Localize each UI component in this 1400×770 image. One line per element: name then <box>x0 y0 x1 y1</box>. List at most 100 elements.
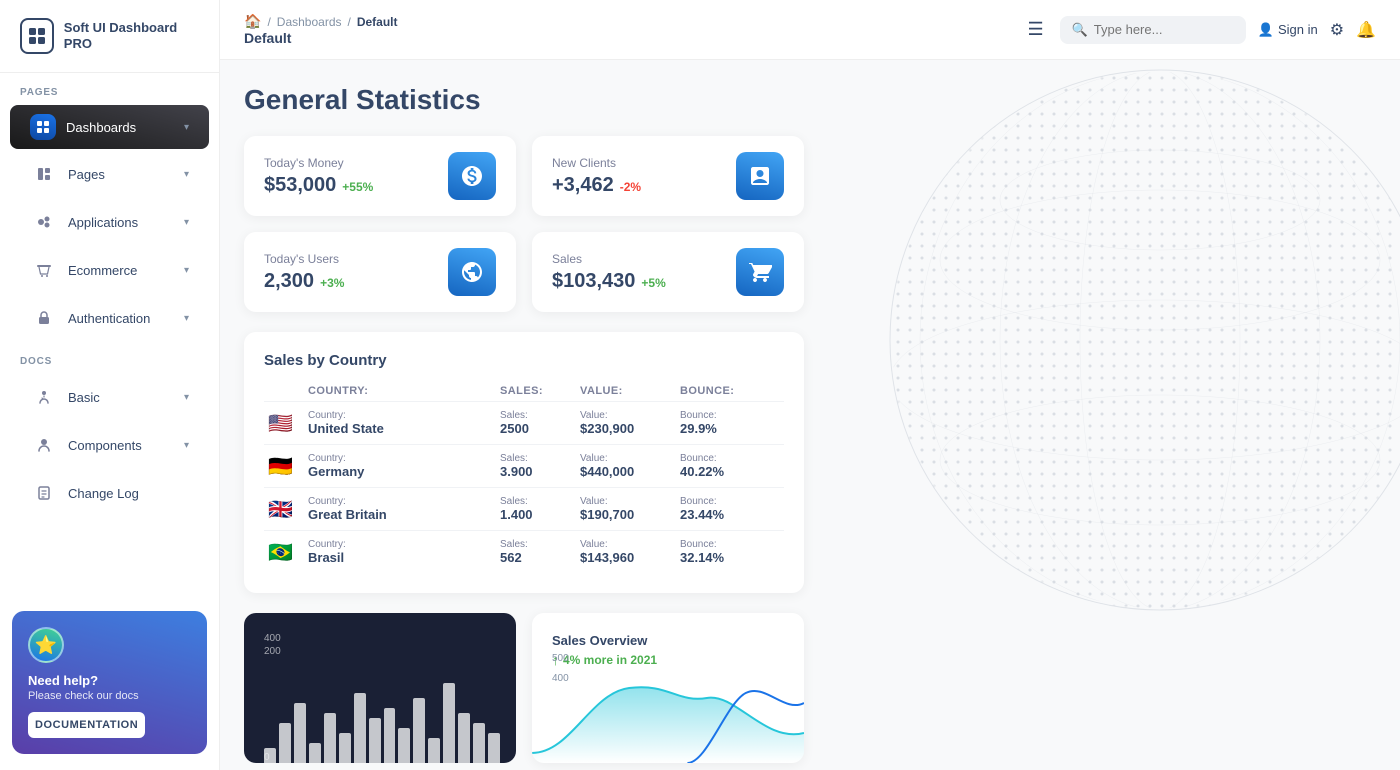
help-title: Need help? <box>28 673 191 688</box>
stat-label-sales: Sales <box>552 252 666 266</box>
globe-decoration <box>820 60 1400 700</box>
bounce-col-label: Bounce: <box>680 453 780 464</box>
sidebar-item-applications[interactable]: Applications ▾ <box>10 199 209 245</box>
country-flag: 🇧🇷 <box>268 540 308 565</box>
bounce-rate: 29.9% <box>680 421 780 436</box>
bar <box>428 738 440 763</box>
value-amount: $440,000 <box>580 464 680 479</box>
table-row: 🇩🇪 Country: Germany Sales: 3.900 Value: … <box>264 444 784 487</box>
bounce-rate: 23.44% <box>680 507 780 522</box>
chevron-down-icon: ▾ <box>184 122 189 133</box>
chevron-down-icon: ▾ <box>184 313 189 324</box>
page-heading: General Statistics <box>244 84 1376 116</box>
search-input[interactable] <box>1094 22 1234 37</box>
sign-in-label: Sign in <box>1278 22 1318 37</box>
notification-icon[interactable]: 🔔 <box>1356 20 1376 40</box>
sales-by-country-card: Sales by Country Country: Sales: Value: … <box>244 332 804 593</box>
stat-label-money: Today's Money <box>264 156 373 170</box>
breadcrumb-separator-2: / <box>348 15 351 29</box>
chevron-down-icon: ▾ <box>184 440 189 451</box>
sidebar-item-label: Change Log <box>68 486 189 501</box>
content-area: General Statistics <box>220 60 1400 770</box>
sidebar-item-pages[interactable]: Pages ▾ <box>10 151 209 197</box>
stat-value-sales: $103,430 <box>552 270 635 293</box>
sales-ylabel-500: 500 <box>552 653 569 664</box>
breadcrumb-dashboards[interactable]: Dashboards <box>277 15 342 29</box>
stat-label-clients: New Clients <box>552 156 641 170</box>
stat-value-money: $53,000 <box>264 174 336 197</box>
sign-in-button[interactable]: 👤 Sign in <box>1258 22 1318 38</box>
sidebar-item-components[interactable]: Components ▾ <box>10 422 209 468</box>
sidebar-item-label: Ecommerce <box>68 263 174 278</box>
col-header-country: Country: <box>308 385 500 397</box>
sidebar-item-authentication[interactable]: Authentication ▾ <box>10 295 209 341</box>
sales-col-label: Sales: <box>500 496 580 507</box>
documentation-button[interactable]: DOCUMENTATION <box>28 712 145 738</box>
stat-change-sales: +5% <box>641 276 665 290</box>
menu-icon[interactable]: ☰ <box>1027 19 1043 40</box>
value-amount: $143,960 <box>580 550 680 565</box>
stat-value-clients: +3,462 <box>552 174 614 197</box>
sidebar-item-label: Dashboards <box>66 120 174 135</box>
sidebar: Soft UI Dashboard PRO PAGES Dashboards ▾… <box>0 0 220 770</box>
stat-info-sales: Sales $103,430 +5% <box>552 252 666 293</box>
bounce-col-label: Bounce: <box>680 410 780 421</box>
bar <box>473 723 485 763</box>
sidebar-item-changelog[interactable]: Change Log <box>10 470 209 516</box>
value-amount: $230,900 <box>580 421 680 436</box>
value-col-label: Value: <box>580 453 680 464</box>
bar <box>309 743 321 763</box>
home-icon: 🏠 <box>244 13 261 30</box>
country-flag: 🇺🇸 <box>268 411 308 436</box>
country-flag: 🇬🇧 <box>268 497 308 522</box>
basic-icon <box>30 383 58 411</box>
bar <box>488 733 500 763</box>
components-icon <box>30 431 58 459</box>
chevron-down-icon: ▾ <box>184 265 189 276</box>
stat-change-money: +55% <box>342 180 373 194</box>
country-table-rows: 🇺🇸 Country: United State Sales: 2500 Val… <box>264 401 784 573</box>
stat-icon-sales <box>736 248 784 296</box>
country-col-label: Country: <box>308 539 500 550</box>
sidebar-item-dashboards[interactable]: Dashboards ▾ <box>10 105 209 149</box>
sales-line-chart <box>532 673 804 763</box>
bounce-rate: 40.22% <box>680 464 780 479</box>
pages-section-label: PAGES <box>0 73 219 104</box>
stat-icon-clients <box>736 152 784 200</box>
stat-card-users: Today's Users 2,300 +3% <box>244 232 516 312</box>
country-col-label: Country: <box>308 410 500 421</box>
sales-overview-subtitle: 4% more in 2021 <box>563 653 657 667</box>
sidebar-item-label: Applications <box>68 215 174 230</box>
sales-col-label: Sales: <box>500 453 580 464</box>
country-col-label: Country: <box>308 496 500 507</box>
bar <box>294 703 306 763</box>
sidebar-item-basic[interactable]: Basic ▾ <box>10 374 209 420</box>
bar <box>398 728 410 763</box>
bar <box>413 698 425 763</box>
stat-value-users: 2,300 <box>264 270 314 293</box>
header-right: 🔍 👤 Sign in ⚙ 🔔 <box>1060 16 1376 44</box>
stat-info-users: Today's Users 2,300 +3% <box>264 252 344 293</box>
sales-col-label: Sales: <box>500 539 580 550</box>
sales-value: 2500 <box>500 421 580 436</box>
sidebar-item-ecommerce[interactable]: Ecommerce ▾ <box>10 247 209 293</box>
bar <box>443 683 455 763</box>
bottom-charts: 400 200 0 Sales Overview ↑ 4% more in 20… <box>244 613 804 763</box>
bar <box>384 708 396 763</box>
chevron-down-icon: ▾ <box>184 169 189 180</box>
stat-label-users: Today's Users <box>264 252 344 266</box>
sales-country-title: Sales by Country <box>264 352 784 369</box>
user-icon: 👤 <box>1258 22 1274 38</box>
col-header-sales: Sales: <box>500 385 580 397</box>
settings-icon[interactable]: ⚙ <box>1330 20 1344 40</box>
stat-change-users: +3% <box>320 276 344 290</box>
search-box: 🔍 <box>1060 16 1246 44</box>
docs-section-label: DOCS <box>0 342 219 373</box>
sidebar-logo: Soft UI Dashboard PRO <box>0 0 219 73</box>
sales-value: 3.900 <box>500 464 580 479</box>
changelog-icon <box>30 479 58 507</box>
value-amount: $190,700 <box>580 507 680 522</box>
chart-ylabel-200: 200 <box>264 646 281 657</box>
bounce-col-label: Bounce: <box>680 539 780 550</box>
country-col-label: Country: <box>308 453 500 464</box>
